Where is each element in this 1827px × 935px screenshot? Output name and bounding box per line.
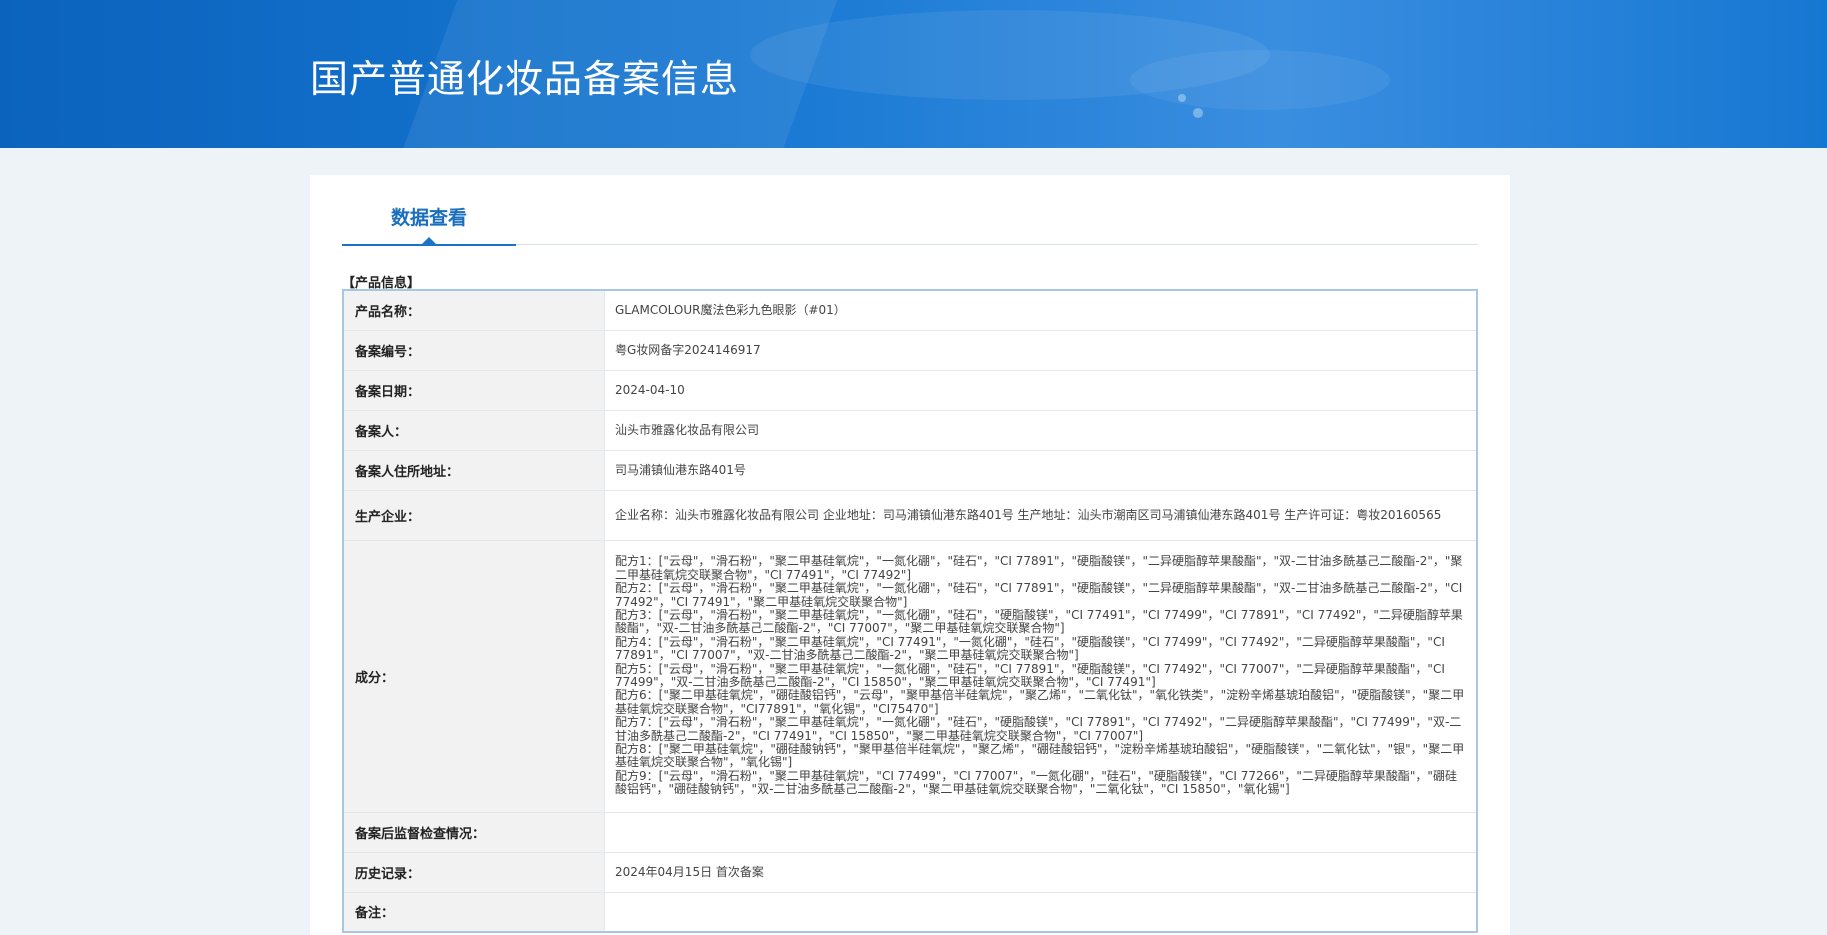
- table-row: 生产企业： 企业名称：汕头市雅露化妆品有限公司 企业地址：司马浦镇仙港东路401…: [342, 489, 1478, 541]
- tab-data-view[interactable]: 数据查看: [342, 175, 516, 246]
- formula-item: 配方4：["云母"，"滑石粉"，"聚二甲基硅氧烷"，"CI 77491"，"一氮…: [615, 634, 1445, 663]
- table-row: 备案编号： 粤G妆网备字2024146917: [342, 329, 1478, 371]
- row-key: 备案人：: [342, 409, 605, 451]
- row-key: 备案后监督检查情况：: [342, 811, 605, 853]
- product-info-table: 产品名称： GLAMCOLOUR魔法色彩九色眼影（#01） 备案编号： 粤G妆网…: [342, 289, 1478, 933]
- content-card: 数据查看 【产品信息】 产品名称： GLAMCOLOUR魔法色彩九色眼影（#01…: [310, 175, 1510, 935]
- remarks-value: [604, 891, 1478, 933]
- formula-item: 配方9：["云母"，"滑石粉"，"聚二甲基硅氧烷"，"CI 77499"，"CI…: [615, 768, 1457, 797]
- banner-decoration: [1130, 50, 1390, 110]
- row-key: 备案人住所地址：: [342, 449, 605, 491]
- table-row: 备案日期： 2024-04-10: [342, 369, 1478, 411]
- ingredients-value: 配方1：["云母"，"滑石粉"，"聚二甲基硅氧烷"，"一氮化硼"，"硅石"，"C…: [604, 539, 1478, 813]
- manufacturer-value: 企业名称：汕头市雅露化妆品有限公司 企业地址：司马浦镇仙港东路401号 生产地址…: [604, 489, 1478, 541]
- table-row: 历史记录： 2024年04月15日 首次备案: [342, 851, 1478, 893]
- tab-caret-icon: [422, 237, 436, 244]
- tab-bar: 数据查看: [342, 175, 1478, 246]
- formula-item: 配方5：["云母"，"滑石粉"，"聚二甲基硅氧烷"，"一氮化硼"，"硅石"，"C…: [615, 661, 1445, 689]
- formula-item: 配方3：["云母"，"滑石粉"，"聚二甲基硅氧烷"，"一氮化硼"，"硅石"，"硬…: [615, 607, 1463, 636]
- registrant-address-value: 司马浦镇仙港东路401号: [604, 449, 1478, 491]
- banner-dot: [1193, 108, 1203, 118]
- row-key: 历史记录：: [342, 851, 605, 893]
- row-key: 备案编号：: [342, 329, 605, 371]
- row-key: 生产企业：: [342, 489, 605, 541]
- row-key: 成分：: [342, 539, 605, 813]
- row-key: 备注：: [342, 891, 605, 933]
- row-key: 备案日期：: [342, 369, 605, 411]
- tab-label: 数据查看: [390, 207, 467, 229]
- formula-item: 配方8：["聚二甲基硅氧烷"，"硼硅酸钠钙"，"聚甲基倍半硅氧烷"，"聚乙烯"，…: [615, 742, 1465, 770]
- header-banner: 国产普通化妆品备案信息: [0, 0, 1827, 148]
- table-row: 成分： 配方1：["云母"，"滑石粉"，"聚二甲基硅氧烷"，"一氮化硼"，"硅石…: [342, 539, 1478, 813]
- table-row: 备案人： 汕头市雅露化妆品有限公司: [342, 409, 1478, 451]
- record-date-value: 2024-04-10: [604, 369, 1478, 411]
- table-row: 备案后监督检查情况：: [342, 811, 1478, 853]
- table-row: 备注：: [342, 891, 1478, 933]
- record-no-value: 粤G妆网备字2024146917: [604, 329, 1478, 371]
- formula-item: 配方1：["云母"，"滑石粉"，"聚二甲基硅氧烷"，"一氮化硼"，"硅石"，"C…: [615, 554, 1463, 582]
- row-key: 产品名称：: [342, 289, 605, 331]
- page-title: 国产普通化妆品备案信息: [310, 57, 740, 101]
- formula-item: 配方6：["聚二甲基硅氧烷"，"硼硅酸铝钙"，"云母"，"聚甲基倍半硅氧烷"，"…: [615, 688, 1465, 716]
- table-row: 产品名称： GLAMCOLOUR魔法色彩九色眼影（#01）: [342, 289, 1478, 331]
- table-row: 备案人住所地址： 司马浦镇仙港东路401号: [342, 449, 1478, 491]
- product-name-value: GLAMCOLOUR魔法色彩九色眼影（#01）: [604, 289, 1478, 331]
- formula-item: 配方7：["云母"，"滑石粉"，"聚二甲基硅氧烷"，"一氮化硼"，"硅石"，"硬…: [615, 715, 1462, 743]
- inspection-value: [604, 811, 1478, 853]
- registrant-value: 汕头市雅露化妆品有限公司: [604, 409, 1478, 451]
- banner-dot: [1178, 94, 1186, 102]
- history-value: 2024年04月15日 首次备案: [604, 851, 1478, 893]
- formula-item: 配方2：["云母"，"滑石粉"，"聚二甲基硅氧烷"，"一氮化硼"，"硅石"，"C…: [615, 581, 1463, 609]
